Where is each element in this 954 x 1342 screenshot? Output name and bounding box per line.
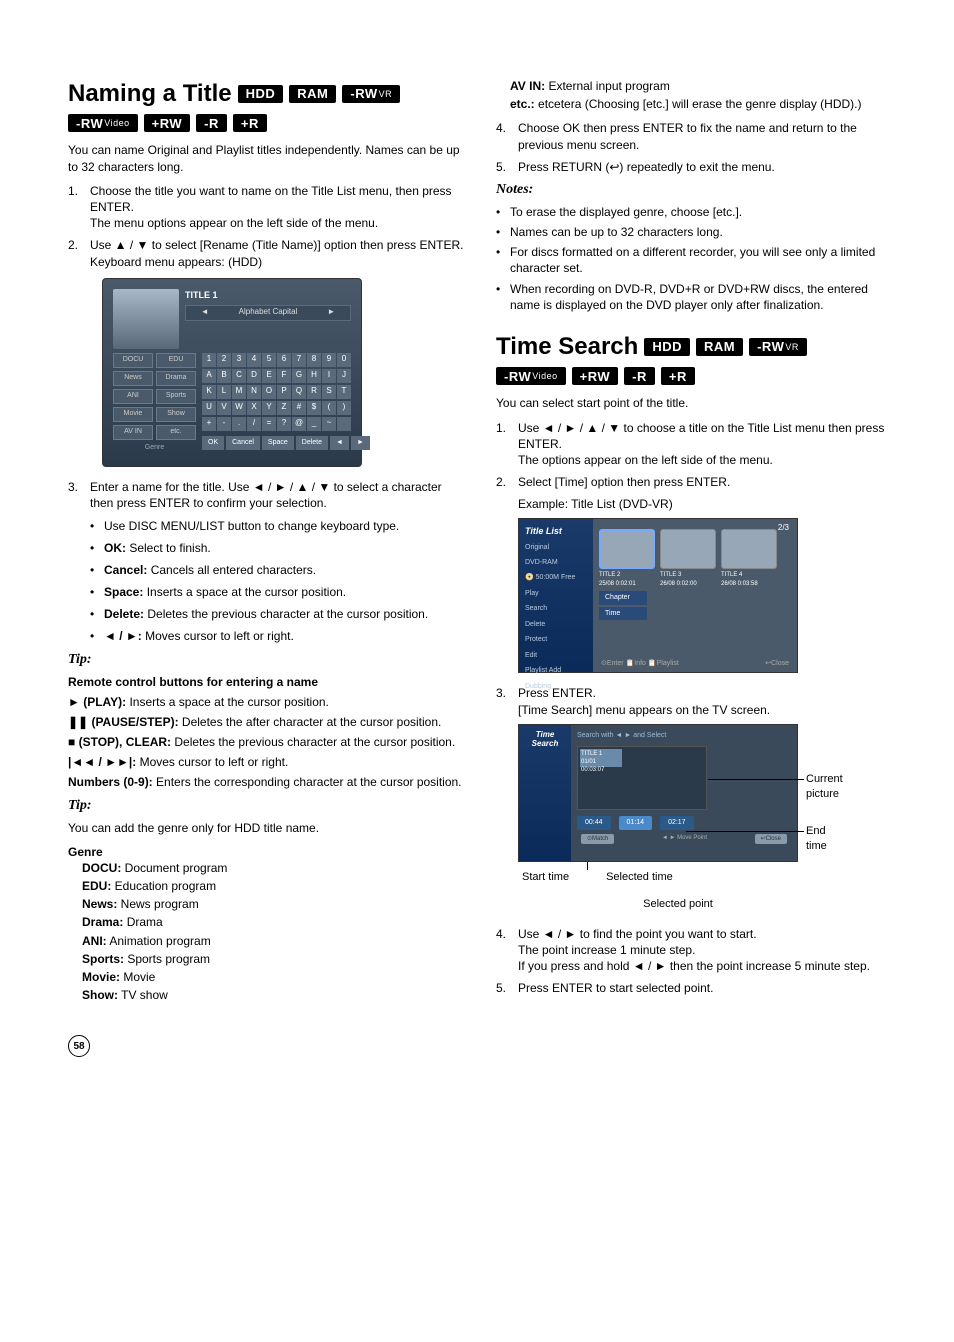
- notes-list: •To erase the displayed genre, choose [e…: [496, 204, 896, 313]
- rc-pause: ❚❚ (PAUSE/STEP): Deletes the after chara…: [68, 714, 468, 730]
- page-number: 58: [68, 1035, 896, 1057]
- b-ok: •OK: Select to finish.: [90, 540, 468, 556]
- badge-row-2: -RWVideo +RW -R +R: [68, 114, 468, 132]
- time-search-screenshot: Time Search Search with ◄ ► and Select T…: [518, 724, 798, 912]
- b-discmenu: •Use DISC MENU/LIST button to change key…: [90, 518, 468, 534]
- notes-label: Notes:: [496, 181, 896, 200]
- badge-hdd: HDD: [238, 85, 284, 103]
- badge-plusrw: +RW: [572, 367, 619, 385]
- keyboard-screenshot: TITLE 1 ◄ Alphabet Capital ► DOCUEDU New…: [102, 278, 362, 467]
- ts-step-5: 5. Press ENTER to start selected point.: [496, 980, 896, 996]
- title-list-screenshot: Title List Original DVD-RAM 📀 50:00M Fre…: [518, 518, 798, 673]
- badge-hdd: HDD: [644, 338, 690, 356]
- right-column: AV IN: External input program etc.: etce…: [496, 78, 896, 1005]
- badge-rwvideo: -RWVideo: [496, 367, 566, 385]
- b-delete: •Delete: Deletes the previous character …: [90, 606, 468, 622]
- badge-plusr: +R: [661, 367, 695, 385]
- step-3: 3. Enter a name for the title. Use ◄ / ►…: [68, 479, 468, 511]
- badge-minusr: -R: [624, 367, 655, 385]
- naming-title-heading: Naming a Title HDD RAM -RWVR: [68, 78, 468, 110]
- b-cancel: •Cancel: Cancels all entered characters.: [90, 562, 468, 578]
- left-column: Naming a Title HDD RAM -RWVR -RWVideo +R…: [68, 78, 468, 1005]
- rc-skip: |◄◄ / ►►|: Moves cursor to left or right…: [68, 754, 468, 770]
- label-selected-time: Selected time: [606, 870, 673, 885]
- ts-intro: You can select start point of the title.: [496, 395, 896, 411]
- badge-minusr: -R: [196, 114, 227, 132]
- callout-current-picture: Current picture: [806, 772, 843, 802]
- genre-heading: Genre: [68, 844, 468, 860]
- heading-text: Naming a Title: [68, 78, 232, 110]
- badge-rwvr: -RWVR: [342, 85, 400, 103]
- tip-2-body: You can add the genre only for HDD title…: [68, 820, 468, 836]
- kb-genre-categories: DOCUEDU NewsDrama ANISports MovieShow AV…: [113, 353, 196, 452]
- badge-plusr: +R: [233, 114, 267, 132]
- badge-ram: RAM: [696, 338, 743, 356]
- label-selected-point: Selected point: [558, 897, 798, 912]
- kb-preview-thumb: [113, 289, 179, 349]
- genre-list: DOCU: Document program EDU: Education pr…: [82, 860, 468, 1004]
- step-2: 2. Use ▲ / ▼ to select [Rename (Title Na…: [68, 237, 468, 269]
- step-5: 5. Press RETURN (↩) repeatedly to exit t…: [496, 159, 896, 175]
- callout-end-time: End time: [806, 824, 827, 854]
- ts-step-2b: Example: Title List (DVD-VR): [518, 496, 896, 512]
- badge-rwvideo: -RWVideo: [68, 114, 138, 132]
- step-4: 4. Choose OK then press ENTER to fix the…: [496, 120, 896, 152]
- heading-text: Time Search: [496, 331, 638, 363]
- badge-row-2b: -RWVideo +RW -R +R: [496, 367, 896, 385]
- genre-list-continued: AV IN: External input program etc.: etce…: [510, 78, 896, 112]
- badge-plusrw: +RW: [144, 114, 191, 132]
- b-leftright: •◄ / ►: Moves cursor to left or right.: [90, 628, 468, 644]
- kb-title: TITLE 1: [185, 289, 351, 301]
- label-start-time: Start time: [522, 870, 569, 885]
- ts-step-2: 2. Select [Time] option then press ENTER…: [496, 474, 896, 490]
- tip-1-heading: Remote control buttons for entering a na…: [68, 674, 468, 690]
- badge-ram: RAM: [289, 85, 336, 103]
- kb-mode-selector: ◄ Alphabet Capital ►: [185, 305, 351, 321]
- badge-rwvr: -RWVR: [749, 338, 807, 356]
- intro-text: You can name Original and Playlist title…: [68, 142, 468, 174]
- ts-step-1: 1. Use ◄ / ► / ▲ / ▼ to choose a title o…: [496, 420, 896, 469]
- rc-stop: ■ (STOP), CLEAR: Deletes the previous ch…: [68, 734, 468, 750]
- kb-keys: 1234567890 ABCDEFGHIJ KLMNOPQRST UVWXYZ#…: [202, 353, 370, 452]
- time-search-heading: Time Search HDD RAM -RWVR: [496, 331, 896, 363]
- tip-2-label: Tip:: [68, 797, 468, 816]
- rc-play: ► (PLAY): Inserts a space at the cursor …: [68, 694, 468, 710]
- step-1: 1. Choose the title you want to name on …: [68, 183, 468, 232]
- ts-step-4: 4. Use ◄ / ► to find the point you want …: [496, 926, 896, 975]
- b-space: •Space: Inserts a space at the cursor po…: [90, 584, 468, 600]
- tip-1-label: Tip:: [68, 651, 468, 670]
- rc-numbers: Numbers (0-9): Enters the corresponding …: [68, 774, 468, 790]
